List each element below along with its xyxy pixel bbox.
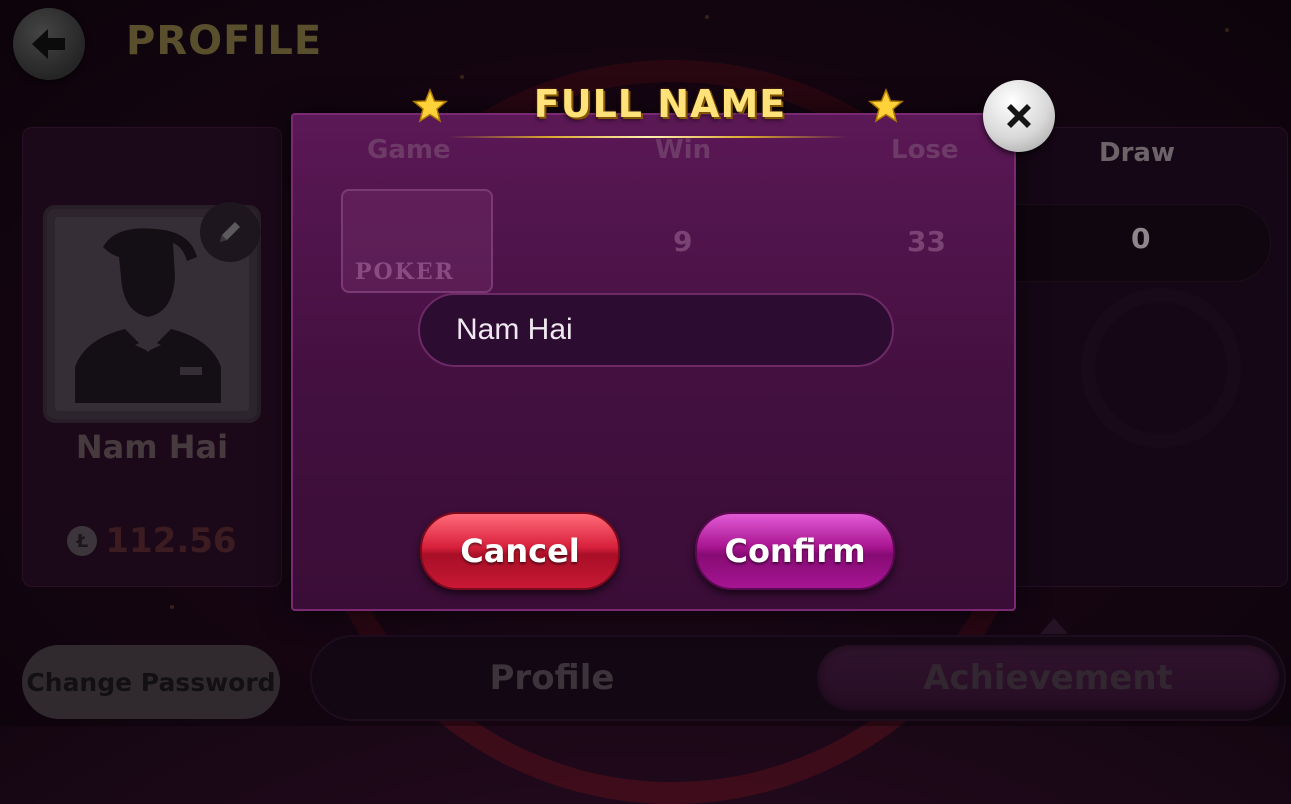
confirm-button[interactable]: Confirm: [695, 512, 895, 590]
ghost-game-name: POKER: [355, 259, 455, 285]
ghost-poker-thumbnail: POKER: [341, 189, 493, 293]
star-icon: [412, 88, 448, 123]
title-underline: [448, 136, 848, 138]
ghost-lose-count: 33: [907, 225, 946, 258]
ghost-column-win: Win: [655, 135, 712, 165]
close-icon: [1007, 104, 1031, 128]
full-name-input[interactable]: [418, 293, 894, 367]
ghost-column-lose: Lose: [891, 135, 959, 165]
ghost-column-game: Game: [367, 135, 451, 165]
star-icon: [868, 88, 904, 123]
ghost-win-count: 9: [673, 225, 693, 258]
dialog-title: FULL NAME: [533, 82, 787, 126]
close-button[interactable]: [983, 80, 1055, 152]
cancel-button[interactable]: Cancel: [420, 512, 620, 590]
